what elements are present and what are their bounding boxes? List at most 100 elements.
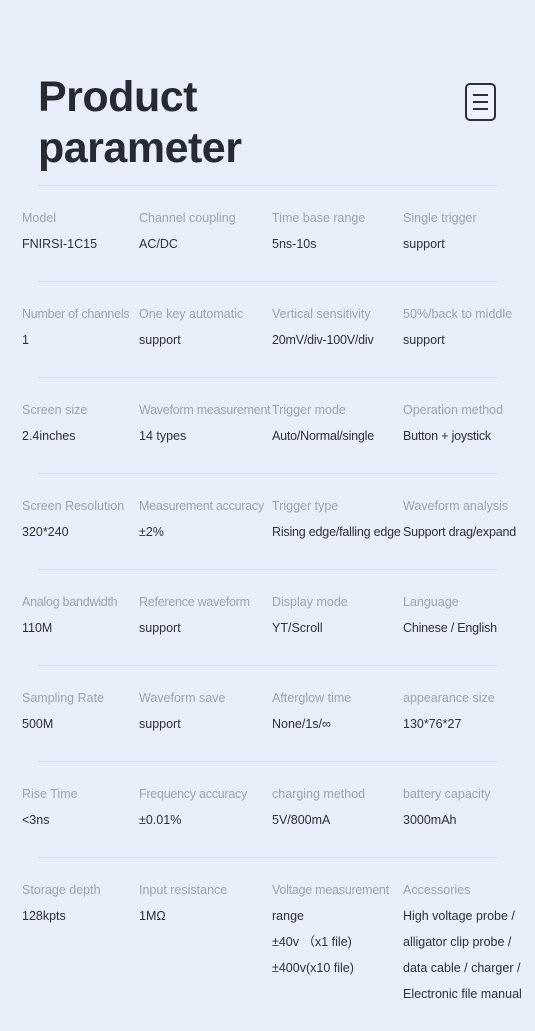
param-label: 50%/back to middle <box>403 307 513 321</box>
param-cell: Channel coupling AC/DC <box>139 186 273 257</box>
param-cell: Display mode YT/Scroll <box>272 570 404 641</box>
param-label: Afterglow time <box>272 691 352 705</box>
param-label: charging method <box>272 787 366 801</box>
param-label: Trigger type <box>272 499 339 513</box>
param-label: appearance size <box>403 691 495 705</box>
page-title: Product parameter <box>38 73 242 172</box>
param-label: Frequency accuracy <box>139 787 248 801</box>
param-value: Chinese / English <box>403 621 497 635</box>
param-value: support <box>403 237 445 251</box>
param-cell: One key automatic support <box>139 282 273 353</box>
param-value: ±0.01% <box>139 813 182 827</box>
table-row: Sampling Rate 500M Waveform save support… <box>0 666 535 761</box>
param-value: 1MΩ <box>139 909 166 923</box>
param-value: support <box>139 333 181 347</box>
document-list-icon-line-3 <box>473 108 488 110</box>
param-value: 14 types <box>139 429 187 443</box>
param-value: 5V/800mA <box>272 813 331 827</box>
param-cell: Input resistance 1MΩ <box>139 858 273 929</box>
param-label: Screen Resolution <box>22 499 125 513</box>
param-cell: charging method 5V/800mA <box>272 762 404 833</box>
param-value: 128kpts <box>22 909 66 923</box>
param-value: High voltage probe / alligator clip prob… <box>403 909 522 1001</box>
param-cell: battery capacity 3000mAh <box>403 762 530 833</box>
document-list-icon[interactable] <box>465 83 496 121</box>
param-value: support <box>139 621 181 635</box>
param-cell: Vertical sensitivity 20mV/div-100V/div <box>272 282 404 353</box>
param-value: Button + joystick <box>403 429 491 443</box>
document-list-icon-line-2 <box>473 101 488 103</box>
param-value: ±2% <box>139 525 164 539</box>
param-cell: appearance size 130*76*27 <box>403 666 530 737</box>
table-row: Storage depth 128kpts Input resistance 1… <box>0 858 535 1018</box>
param-cell: Rise Time <3ns <box>22 762 140 833</box>
param-label: Storage depth <box>22 883 101 897</box>
param-cell: Afterglow time None/1s/∞ <box>272 666 404 737</box>
param-value: 5ns-10s <box>272 237 317 251</box>
param-label: Model <box>22 211 57 225</box>
param-label: Vertical sensitivity <box>272 307 371 321</box>
param-label: Reference waveform <box>139 595 250 609</box>
param-value: None/1s/∞ <box>272 717 331 731</box>
param-cell: Model FNIRSI-1C15 <box>22 186 140 257</box>
param-cell: Measurement accuracy ±2% <box>139 474 273 545</box>
param-label: Single trigger <box>403 211 477 225</box>
param-value: Rising edge/falling edge <box>272 525 401 539</box>
param-cell: Time base range 5ns-10s <box>272 186 404 257</box>
param-label: Measurement accuracy <box>139 499 264 513</box>
parameter-table: Model FNIRSI-1C15 Channel coupling AC/DC… <box>0 185 535 1018</box>
param-cell: Language Chinese / English <box>403 570 530 641</box>
param-value: 1 <box>22 333 29 347</box>
param-cell: Screen size 2.4inches <box>22 378 140 449</box>
param-label: Accessories <box>403 883 471 897</box>
param-value: 130*76*27 <box>403 717 462 731</box>
param-value: support <box>139 717 181 731</box>
page-header: Product parameter <box>0 0 535 185</box>
table-row: Screen Resolution 320*240 Measurement ac… <box>0 474 535 569</box>
param-label: Operation method <box>403 403 504 417</box>
table-row: Screen size 2.4inches Waveform measureme… <box>0 378 535 473</box>
param-cell: 50%/back to middle support <box>403 282 530 353</box>
param-value: Auto/Normal/single <box>272 429 375 443</box>
param-value: 110M <box>22 621 53 635</box>
param-cell: Waveform measurement 14 types <box>139 378 273 449</box>
param-label: Waveform save <box>139 691 226 705</box>
param-value: range ±40v （x1 file) ±400v(x10 file) <box>272 909 354 975</box>
param-value: FNIRSI-1C15 <box>22 237 98 251</box>
param-value: 3000mAh <box>403 813 457 827</box>
param-label: Display mode <box>272 595 348 609</box>
param-cell: Reference waveform support <box>139 570 273 641</box>
document-list-icon-line-1 <box>473 94 488 96</box>
product-parameter-page: Product parameter Model FNIRSI-1C15 Chan… <box>0 0 535 1031</box>
param-cell: Sampling Rate 500M <box>22 666 140 737</box>
param-label: Trigger mode <box>272 403 346 417</box>
param-value: Support drag/expand <box>403 525 516 539</box>
param-cell: Single trigger support <box>403 186 530 257</box>
param-label: Sampling Rate <box>22 691 104 705</box>
param-label: Waveform measurement <box>139 403 271 417</box>
param-label: Input resistance <box>139 883 228 897</box>
param-label: One key automatic <box>139 307 244 321</box>
param-cell: Storage depth 128kpts <box>22 858 140 929</box>
table-row: Number of channels 1 One key automatic s… <box>0 282 535 377</box>
param-cell: Voltage measurement range ±40v （x1 file)… <box>272 858 404 981</box>
param-label: Number of channels <box>22 307 130 321</box>
param-cell: Waveform analysis Support drag/expand <box>403 474 530 545</box>
param-value: 2.4inches <box>22 429 76 443</box>
param-label: battery capacity <box>403 787 491 801</box>
param-cell: Accessories High voltage probe / alligat… <box>403 858 530 1007</box>
param-label: Analog bandwidth <box>22 595 118 609</box>
param-value: 500M <box>22 717 54 731</box>
table-row: Rise Time <3ns Frequency accuracy ±0.01%… <box>0 762 535 857</box>
param-cell: Screen Resolution 320*240 <box>22 474 140 545</box>
param-cell: Operation method Button + joystick <box>403 378 530 449</box>
table-row: Model FNIRSI-1C15 Channel coupling AC/DC… <box>0 186 535 281</box>
param-label: Rise Time <box>22 787 78 801</box>
param-label: Channel coupling <box>139 211 236 225</box>
param-value: 20mV/div-100V/div <box>272 333 374 347</box>
param-value: AC/DC <box>139 237 178 251</box>
param-cell: Trigger type Rising edge/falling edge <box>272 474 404 545</box>
param-cell: Frequency accuracy ±0.01% <box>139 762 273 833</box>
param-cell: Trigger mode Auto/Normal/single <box>272 378 404 449</box>
param-label: Screen size <box>22 403 88 417</box>
